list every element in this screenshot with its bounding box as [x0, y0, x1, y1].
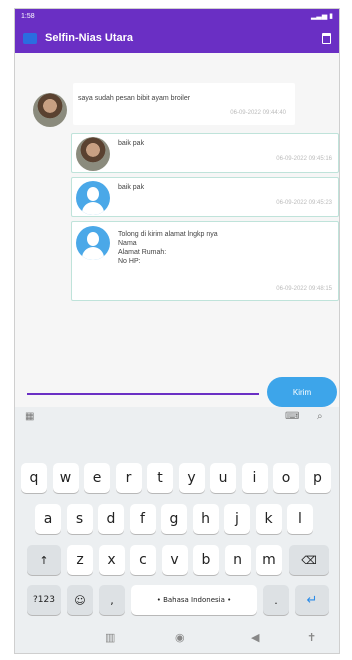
message-bubble: baik pak 06-09-2022 09:45:16	[71, 133, 339, 173]
emoji-key[interactable]: ☺	[67, 585, 93, 615]
key-n[interactable]: n	[224, 545, 251, 575]
message-time: 06-09-2022 09:48:15	[276, 286, 332, 292]
keyboard: ▦ ⌨ ⌕ qwertyuiop asdfghjkl zxcvbnm ↑ ⌫ ?…	[15, 407, 339, 653]
phone-screen: 1:58 ▂▃▅ ▮ Selfin-Nias Utara saya sudah …	[14, 8, 340, 654]
key-a[interactable]: a	[35, 504, 61, 534]
page-title: Selfin-Nias Utara	[45, 32, 134, 44]
message-text: Tolong di kirim alamat lngkp nya Nama Al…	[118, 231, 218, 265]
key-x[interactable]: x	[98, 545, 125, 575]
message-text: baik pak	[118, 184, 145, 191]
key-d[interactable]: d	[98, 504, 124, 534]
key-i[interactable]: i	[241, 463, 268, 493]
app-bar: Selfin-Nias Utara	[15, 23, 339, 53]
message-bubble: saya sudah pesan bibit ayam broiler 06-0…	[73, 83, 295, 125]
message-input-bar: Kirim	[15, 369, 339, 407]
avatar	[33, 93, 67, 127]
chat-area[interactable]: saya sudah pesan bibit ayam broiler 06-0…	[15, 53, 339, 373]
search-icon[interactable]: ⌕	[317, 411, 323, 422]
accessibility-icon[interactable]: ✝	[307, 631, 316, 644]
key-o[interactable]: o	[273, 463, 299, 493]
key-c[interactable]: c	[130, 545, 156, 575]
key-t[interactable]: t	[147, 463, 173, 493]
key-k[interactable]: k	[255, 504, 282, 534]
key-q[interactable]: q	[21, 463, 47, 493]
key-z[interactable]: z	[67, 545, 93, 575]
message-time: 06-09-2022 09:45:16	[276, 156, 332, 162]
recent-apps-icon[interactable]: ▥	[105, 631, 115, 644]
comma-key[interactable]: ,	[99, 585, 125, 615]
chat-icon	[23, 32, 37, 44]
key-r[interactable]: r	[115, 463, 142, 493]
avatar	[76, 226, 110, 260]
status-bar: 1:58 ▂▃▅ ▮	[15, 9, 339, 23]
avatar	[76, 137, 110, 171]
message-bubble: Tolong di kirim alamat lngkp nya Nama Al…	[71, 221, 339, 301]
key-l[interactable]: l	[287, 504, 313, 534]
keyboard-grid-icon[interactable]: ▦	[25, 411, 34, 422]
space-key[interactable]: • Bahasa Indonesia •	[131, 585, 257, 615]
key-b[interactable]: b	[193, 545, 219, 575]
message-input[interactable]	[27, 393, 259, 395]
status-icons: ▂▃▅ ▮	[311, 13, 333, 20]
status-time: 1:58	[21, 12, 35, 20]
key-e[interactable]: e	[84, 463, 110, 493]
trash-icon[interactable]	[322, 32, 331, 44]
key-m[interactable]: m	[256, 545, 282, 575]
numbers-key[interactable]: ?123	[27, 585, 61, 615]
key-h[interactable]: h	[192, 504, 219, 534]
microphone-icon[interactable]: ⌨	[285, 411, 299, 422]
navigation-bar: ▥ ◉ ◀ ✝	[15, 623, 339, 653]
key-f[interactable]: f	[129, 504, 156, 534]
key-p[interactable]: p	[304, 463, 331, 493]
message-text: baik pak	[118, 140, 145, 147]
message-bubble: baik pak 06-09-2022 09:45:23	[71, 177, 339, 217]
back-icon[interactable]: ◀	[251, 631, 259, 644]
message-text: saya sudah pesan bibit ayam broiler	[78, 95, 191, 102]
key-y[interactable]: y	[178, 463, 205, 493]
message-time: 06-09-2022 09:45:23	[276, 200, 332, 206]
key-w[interactable]: w	[52, 463, 79, 493]
key-v[interactable]: v	[161, 545, 188, 575]
shift-key[interactable]: ↑	[27, 545, 61, 575]
avatar	[76, 181, 110, 215]
send-button[interactable]: Kirim	[267, 377, 337, 407]
message-time: 06-09-2022 09:44:40	[230, 110, 286, 116]
key-g[interactable]: g	[161, 504, 187, 534]
home-icon[interactable]: ◉	[175, 631, 185, 644]
key-s[interactable]: s	[66, 504, 93, 534]
period-key[interactable]: .	[263, 585, 289, 615]
backspace-key[interactable]: ⌫	[289, 545, 329, 575]
key-u[interactable]: u	[210, 463, 236, 493]
enter-key[interactable]: ↵	[295, 585, 329, 615]
key-j[interactable]: j	[224, 504, 250, 534]
